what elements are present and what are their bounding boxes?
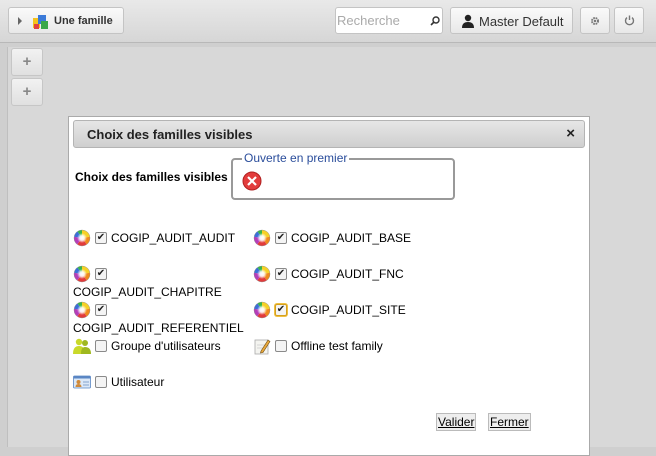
family-checkbox[interactable]: ✔: [95, 232, 107, 244]
family-label: Groupe d'utilisateurs: [111, 339, 221, 353]
family-label: Utilisateur: [111, 375, 165, 389]
family-label: COGIP_AUDIT_CHAPITRE: [73, 285, 222, 299]
logout-button[interactable]: [614, 7, 644, 34]
family-icon: [33, 15, 48, 29]
validate-button[interactable]: Valider: [436, 413, 477, 431]
family-label: Offline test family: [291, 339, 383, 353]
dialog-titlebar: Choix des familles visibles ×: [73, 120, 585, 148]
dialog-title: Choix des familles visibles: [87, 127, 253, 142]
family-checkbox[interactable]: [95, 376, 107, 388]
family-choice-dialog: Choix des familles visibles × Choix des …: [68, 116, 590, 456]
family-checkbox[interactable]: ✔: [275, 268, 287, 280]
open-first-fieldset: Ouverte en premier: [231, 151, 455, 200]
user-group-icon: [73, 338, 91, 354]
family-checkbox-focused[interactable]: ✔: [275, 304, 287, 316]
color-wheel-icon: [253, 301, 271, 319]
family-button-label: Une famille: [54, 15, 113, 27]
color-wheel-icon: [73, 229, 91, 247]
dialog-prompt: Choix des familles visibles: [75, 170, 228, 184]
user-icon: [462, 14, 474, 28]
close-icon[interactable]: ×: [566, 125, 575, 142]
family-label: COGIP_AUDIT_AUDIT: [111, 231, 236, 245]
error-remove-icon[interactable]: [242, 171, 262, 191]
search-box[interactable]: [335, 7, 443, 34]
color-wheel-icon: [73, 265, 91, 283]
family-checkbox[interactable]: ✔: [275, 232, 287, 244]
top-toolbar: Une famille Master Default: [0, 0, 656, 43]
family-checkbox[interactable]: [95, 340, 107, 352]
search-input[interactable]: [336, 8, 427, 33]
family-label: COGIP_AUDIT_SITE: [291, 303, 406, 317]
family-checkbox[interactable]: [275, 340, 287, 352]
color-wheel-icon: [253, 229, 271, 247]
family-selector-button[interactable]: Une famille: [8, 7, 124, 34]
gear-icon: [591, 17, 599, 25]
power-icon: [624, 15, 634, 26]
family-checkbox[interactable]: ✔: [95, 304, 107, 316]
settings-button[interactable]: [580, 7, 610, 34]
add-button-1[interactable]: +: [11, 48, 43, 76]
color-wheel-icon: [73, 301, 91, 319]
fieldset-legend: Ouverte en premier: [242, 151, 350, 165]
search-icon[interactable]: [430, 16, 440, 26]
user-card-icon: [73, 375, 91, 389]
add-button-2[interactable]: +: [11, 78, 43, 106]
user-menu-button[interactable]: Master Default: [450, 7, 573, 34]
expand-arrow-icon: [18, 17, 22, 25]
note-pencil-icon: [254, 339, 271, 355]
close-button[interactable]: Fermer: [488, 413, 531, 431]
family-label: COGIP_AUDIT_REFERENTIEL: [73, 321, 244, 335]
user-name: Master Default: [479, 14, 564, 29]
family-label: COGIP_AUDIT_FNC: [291, 267, 404, 281]
family-checkbox[interactable]: ✔: [95, 268, 107, 280]
color-wheel-icon: [253, 265, 271, 283]
family-label: COGIP_AUDIT_BASE: [291, 231, 412, 245]
